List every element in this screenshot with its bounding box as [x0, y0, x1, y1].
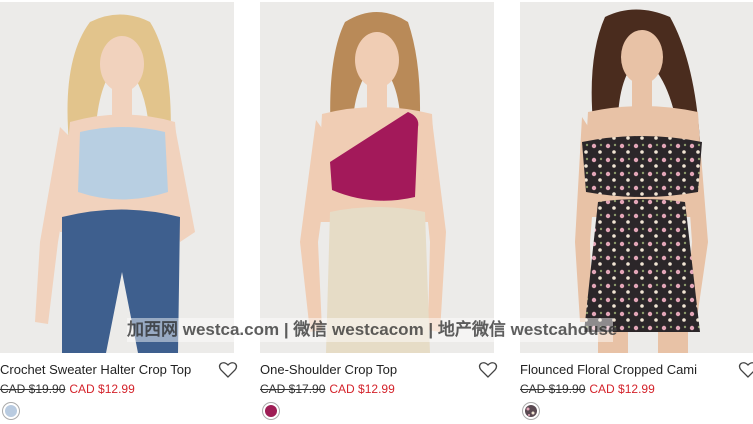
- price-row: CAD $17.90 CAD $12.99: [260, 382, 395, 396]
- product-image[interactable]: [0, 2, 234, 353]
- color-swatch[interactable]: [262, 402, 280, 420]
- product-card-1[interactable]: Crochet Sweater Halter Crop Top CAD $19.…: [0, 0, 238, 424]
- wishlist-heart-icon[interactable]: [218, 360, 238, 380]
- product-name[interactable]: One-Shoulder Crop Top: [260, 362, 397, 377]
- wishlist-heart-icon[interactable]: [478, 360, 498, 380]
- swatch-color-dot: [265, 405, 277, 417]
- swatch-color-dot: [5, 405, 17, 417]
- swatch-color-dot: [525, 405, 537, 417]
- product-card-2[interactable]: One-Shoulder Crop Top CAD $17.90 CAD $12.…: [260, 0, 498, 424]
- product-name[interactable]: Crochet Sweater Halter Crop Top: [0, 362, 191, 377]
- color-swatch[interactable]: [2, 402, 20, 420]
- sale-price: CAD $12.99: [589, 382, 655, 396]
- wishlist-heart-icon[interactable]: [738, 360, 753, 380]
- original-price: CAD $19.90: [0, 382, 66, 396]
- product-card-3[interactable]: Flounced Floral Cropped Cami CAD $19.90 C…: [520, 0, 753, 424]
- original-price: CAD $17.90: [260, 382, 326, 396]
- original-price: CAD $19.90: [520, 382, 586, 396]
- price-row: CAD $19.90 CAD $12.99: [520, 382, 655, 396]
- product-name[interactable]: Flounced Floral Cropped Cami: [520, 362, 697, 377]
- sale-price: CAD $12.99: [69, 382, 135, 396]
- product-image[interactable]: [520, 2, 753, 353]
- price-row: CAD $19.90 CAD $12.99: [0, 382, 135, 396]
- product-grid: Crochet Sweater Halter Crop Top CAD $19.…: [0, 0, 753, 424]
- color-swatch[interactable]: [522, 402, 540, 420]
- sale-price: CAD $12.99: [329, 382, 395, 396]
- product-image[interactable]: [260, 2, 494, 353]
- watermark-overlay: 加西网 westca.com | 微信 westcacom | 地产微信 wes…: [127, 318, 617, 342]
